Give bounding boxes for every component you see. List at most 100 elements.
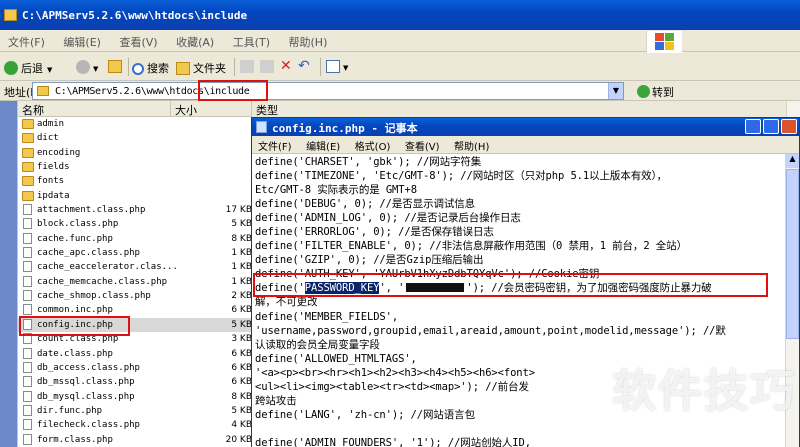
np-menu-help[interactable]: 帮助(H)	[448, 136, 494, 153]
file-row[interactable]: block.class.php 5 KB	[18, 217, 252, 231]
folder-row[interactable]: fonts	[18, 174, 252, 188]
file-row[interactable]: dir.func.php 5 KB	[18, 404, 252, 418]
menu-view[interactable]: 查看(V)	[111, 30, 164, 50]
notepad-title: config.inc.php - 记事本	[272, 122, 418, 135]
search-button[interactable]: 搜索	[132, 58, 169, 76]
file-name: fields	[37, 162, 70, 173]
menu-edit[interactable]: 编辑(E)	[55, 30, 108, 50]
folder-row[interactable]: fields	[18, 160, 252, 174]
views-dropdown-icon[interactable]: ▼	[343, 64, 348, 72]
scroll-up-icon[interactable]: ▲	[786, 154, 799, 168]
file-size: 4 KB	[231, 420, 252, 431]
file-row[interactable]: config.inc.php 5 KB	[18, 317, 252, 333]
folder-row[interactable]: encoding	[18, 146, 252, 160]
file-row[interactable]: cache.func.php 8 KB	[18, 232, 252, 246]
file-row[interactable]: cache_memcache.class.php 1 KB	[18, 275, 252, 289]
watermark-text: 软件技巧	[612, 366, 796, 417]
file-name: filecheck.class.php	[37, 420, 140, 431]
file-row[interactable]: attachment.class.php 17 KB	[18, 203, 252, 217]
close-button[interactable]	[781, 119, 797, 134]
code-line: define('TIMEZONE', 'Etc/GMT-8'); //网站时区（…	[255, 170, 668, 183]
task-pane-strip	[0, 101, 17, 447]
logo-blue	[655, 42, 664, 50]
minimize-button[interactable]	[745, 119, 761, 134]
file-name: db_mysql.class.php	[37, 391, 135, 402]
code-line: define('AUTH_KEY', 'YAUrbV1hXyzDdbTQYqVc…	[255, 268, 600, 281]
folder-row[interactable]: ipdata	[18, 189, 252, 203]
move-to-button[interactable]	[240, 58, 257, 76]
file-row[interactable]: date.class.php 6 KB	[18, 347, 252, 361]
np-menu-view[interactable]: 查看(V)	[399, 136, 445, 153]
move-to-icon	[240, 60, 254, 73]
views-button[interactable]: ▼	[326, 58, 348, 76]
file-name: db_access.class.php	[37, 362, 140, 373]
redacted-value	[406, 283, 465, 293]
delete-icon: ✕	[280, 58, 292, 74]
back-button[interactable]: 后退 ▼	[4, 58, 52, 76]
column-header-size[interactable]: 大小	[171, 101, 252, 117]
folder-row[interactable]: admin	[18, 117, 252, 131]
menu-help[interactable]: 帮助(H)	[281, 30, 335, 50]
php-file-icon	[23, 247, 32, 259]
code-line: 'username,password,groupid,email,areaid,…	[255, 324, 726, 337]
undo-button[interactable]: ↶	[298, 58, 310, 76]
php-file-icon	[23, 232, 32, 244]
menu-tools[interactable]: 工具(T)	[225, 30, 277, 50]
file-size: 17 KB	[225, 205, 252, 216]
file-size: 5 KB	[231, 405, 252, 416]
column-header-name[interactable]: 名称	[18, 101, 171, 117]
file-name: cache.func.php	[37, 233, 113, 244]
file-row[interactable]: cache_shmop.class.php 2 KB	[18, 289, 252, 303]
folder-icon	[37, 86, 49, 96]
back-dropdown-icon[interactable]: ▼	[47, 66, 52, 74]
np-menu-format[interactable]: 格式(O)	[349, 136, 396, 153]
np-menu-file[interactable]: 文件(F)	[252, 136, 297, 153]
file-row[interactable]: db_mysql.class.php 8 KB	[18, 390, 252, 404]
folders-button[interactable]: 文件夹	[176, 58, 226, 76]
scroll-thumb[interactable]	[786, 169, 799, 339]
file-row[interactable]: count.class.php 3 KB	[18, 332, 252, 346]
forward-dropdown-icon[interactable]: ▼	[93, 65, 98, 73]
np-menu-edit[interactable]: 编辑(E)	[300, 136, 345, 153]
go-arrow-icon	[637, 85, 650, 98]
php-file-icon	[23, 361, 32, 373]
address-value: C:\APMServ5.2.6\www\htdocs\include	[55, 86, 250, 97]
toolbar-separator	[128, 58, 129, 76]
go-button[interactable]: 转到	[634, 83, 680, 100]
forward-button[interactable]: ▼	[76, 58, 98, 76]
folder-icon	[22, 162, 34, 173]
code-line: define('ADMIN_LOG', 0); //是否记录后台操作日志	[255, 212, 521, 225]
file-name: block.class.php	[37, 219, 119, 230]
address-input[interactable]: C:\APMServ5.2.6\www\htdocs\include ▼	[32, 82, 624, 100]
file-row[interactable]: cache_apc.class.php 1 KB	[18, 246, 252, 260]
file-name: config.inc.php	[37, 319, 113, 330]
folder-icon	[4, 9, 17, 21]
maximize-button[interactable]	[763, 119, 779, 134]
file-row[interactable]: common.inc.php 6 KB	[18, 303, 252, 317]
php-file-icon	[23, 304, 32, 316]
address-dropdown-icon[interactable]: ▼	[608, 83, 623, 99]
file-row[interactable]: cache_eaccelerator.clas... 1 KB	[18, 260, 252, 274]
copy-to-button[interactable]	[260, 58, 277, 76]
notepad-title-bar[interactable]: config.inc.php - 记事本	[252, 118, 799, 136]
file-size: 5 KB	[231, 219, 252, 230]
file-size: 1 KB	[231, 262, 252, 273]
column-header-type[interactable]: 类型	[251, 101, 321, 117]
folder-row[interactable]: dict	[18, 131, 252, 145]
php-file-icon	[23, 261, 32, 273]
notepad-icon	[256, 121, 267, 133]
menu-file[interactable]: 文件(F)	[0, 30, 52, 50]
php-file-icon	[23, 404, 32, 416]
file-row[interactable]: db_mssql.class.php 6 KB	[18, 375, 252, 389]
file-rows: admin dict encoding fields fonts ipdata attach…	[18, 117, 252, 447]
file-row[interactable]: form.class.php 20 KB	[18, 433, 252, 447]
delete-button[interactable]: ✕	[280, 58, 292, 76]
logo-green	[665, 33, 674, 41]
explorer-title-bar[interactable]: C:\APMServ5.2.6\www\htdocs\include	[0, 0, 800, 30]
file-row[interactable]: filecheck.class.php 4 KB	[18, 418, 252, 432]
php-file-icon	[23, 275, 32, 287]
up-folder-button[interactable]	[108, 58, 125, 76]
menu-favorites[interactable]: 收藏(A)	[168, 30, 221, 50]
code-line: 认读取的会员全局变量字段	[255, 338, 380, 351]
file-row[interactable]: db_access.class.php 6 KB	[18, 361, 252, 375]
